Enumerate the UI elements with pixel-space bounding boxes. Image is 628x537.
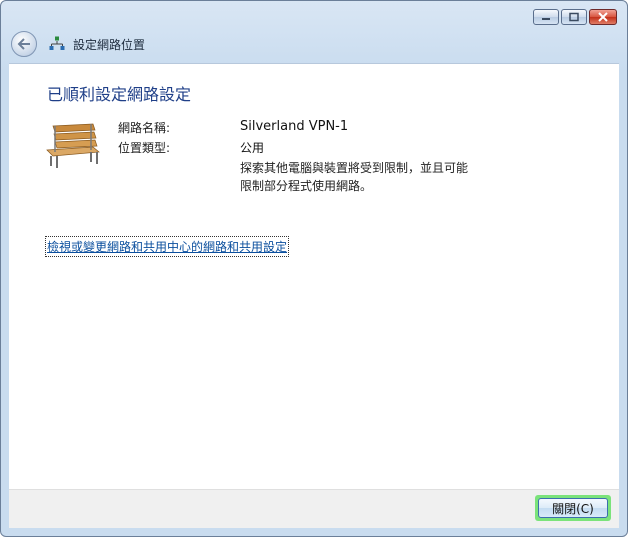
description-line-2: 限制部分程式使用網路。 [240, 179, 373, 193]
close-button-focus: 關閉(C) [535, 495, 611, 521]
back-arrow-icon [17, 38, 30, 50]
location-type-label: 位置類型: [118, 141, 171, 155]
maximize-icon [569, 12, 579, 22]
network-icon [49, 36, 65, 52]
back-button[interactable] [11, 31, 37, 57]
network-name-label: 網路名稱: [118, 121, 171, 135]
footer-bar: 關閉(C) [9, 489, 619, 528]
minimize-icon [542, 18, 550, 20]
dialog-window: 設定網路位置 已順利設定網路設定 網路名稱: Silverland VPN-1 … [0, 0, 628, 537]
network-sharing-center-link[interactable]: 檢視或變更網路和共用中心的網路和共用設定 [44, 236, 290, 257]
breadcrumb-title: 設定網路位置 [73, 37, 146, 52]
maximize-button[interactable] [561, 9, 587, 25]
close-window-button[interactable] [589, 9, 617, 25]
caption-buttons [533, 9, 617, 25]
network-name-value: Silverland VPN-1 [240, 119, 349, 134]
location-type-value: 公用 [240, 141, 265, 155]
content-pane: 已順利設定網路設定 網路名稱: Silverland VPN-1 位置類型: 公… [9, 63, 619, 490]
close-button[interactable]: 關閉(C) [538, 498, 608, 518]
page-heading: 已順利設定網路設定 [47, 85, 192, 104]
park-bench-icon [45, 122, 101, 174]
location-description: 探索其他電腦與裝置將受到限制，並且可能 限制部分程式使用網路。 [240, 159, 480, 195]
header-bar: 設定網路位置 [9, 29, 619, 59]
minimize-button[interactable] [533, 9, 559, 25]
description-line-1: 探索其他電腦與裝置將受到限制，並且可能 [240, 161, 469, 175]
close-icon [598, 12, 608, 22]
